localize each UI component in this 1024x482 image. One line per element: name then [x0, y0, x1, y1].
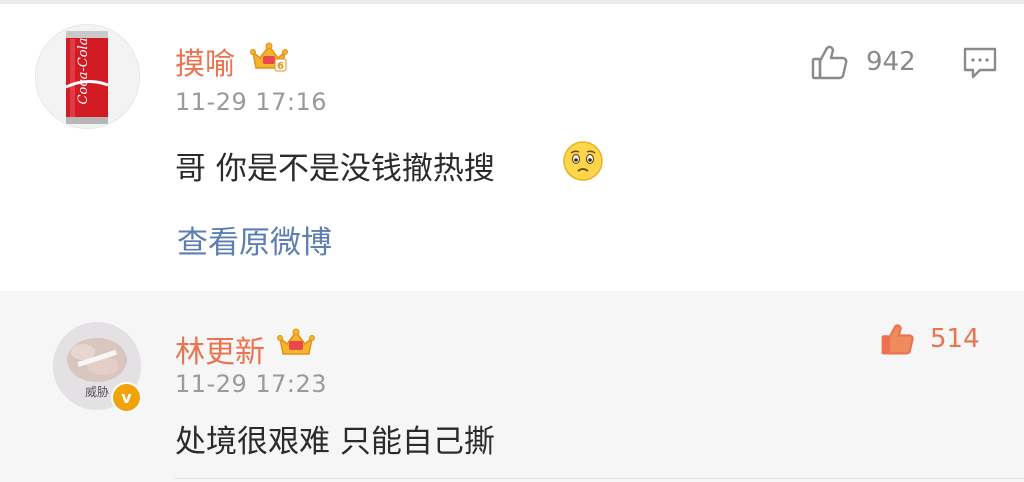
- comment-text: 处境很艰难 只能自己撕: [175, 424, 495, 460]
- comment-text: 哥 你是不是没钱撤热搜: [175, 151, 495, 187]
- like-count: 514: [930, 324, 980, 354]
- vip-crown-icon: 6: [250, 41, 288, 77]
- thumbs-up-icon: [881, 324, 914, 355]
- svg-text:6: 6: [277, 61, 284, 72]
- username[interactable]: 林更新: [175, 327, 265, 371]
- username[interactable]: 摸喻: [175, 39, 235, 83]
- timestamp: 11-29 17:23: [175, 370, 328, 398]
- reply-comment-icon[interactable]: [962, 46, 998, 84]
- divider: [175, 478, 1024, 479]
- timestamp: 11-29 17:16: [175, 88, 328, 116]
- verified-badge-icon: v: [111, 382, 142, 413]
- reply-card: 威胁 v 林更新 11-29 17:23 处境很艰难 只能自己撕 514: [0, 291, 1024, 482]
- svg-text:威胁: 威胁: [85, 384, 109, 399]
- vip-crown-icon: [277, 327, 315, 363]
- comment-card: Coca-Cola 摸喻 6 11-29 17:16 哥 你是不是没钱撤热搜 查…: [0, 4, 1024, 291]
- sad-face-emoji: [562, 140, 604, 186]
- svg-text:Coca-Cola: Coca-Cola: [76, 38, 91, 105]
- thumbs-up-icon: [811, 45, 848, 80]
- like-count: 942: [866, 47, 916, 77]
- avatar[interactable]: Coca-Cola: [35, 24, 140, 129]
- coca-cola-can-image: Coca-Cola: [36, 25, 139, 128]
- like-button[interactable]: 942: [810, 42, 916, 82]
- view-original-weibo-link[interactable]: 查看原微博: [177, 217, 332, 262]
- like-button[interactable]: 514: [880, 321, 980, 357]
